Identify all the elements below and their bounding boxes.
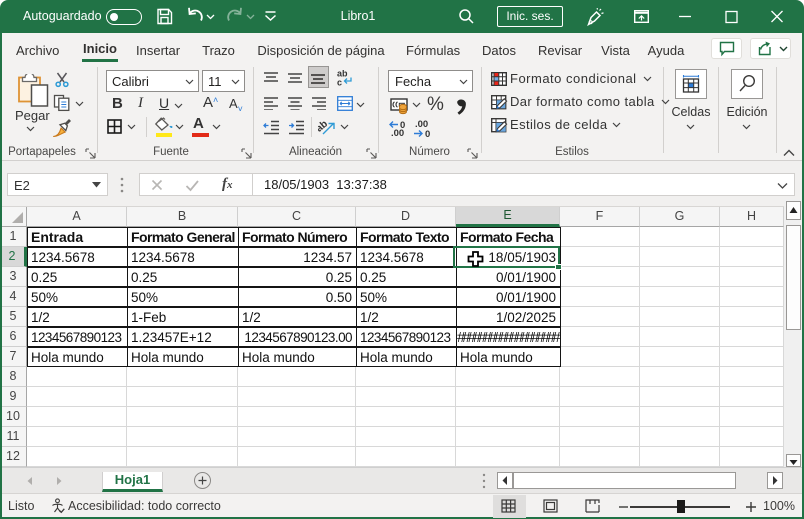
- svg-text:c: c: [337, 78, 342, 88]
- svg-text:0: 0: [425, 129, 430, 138]
